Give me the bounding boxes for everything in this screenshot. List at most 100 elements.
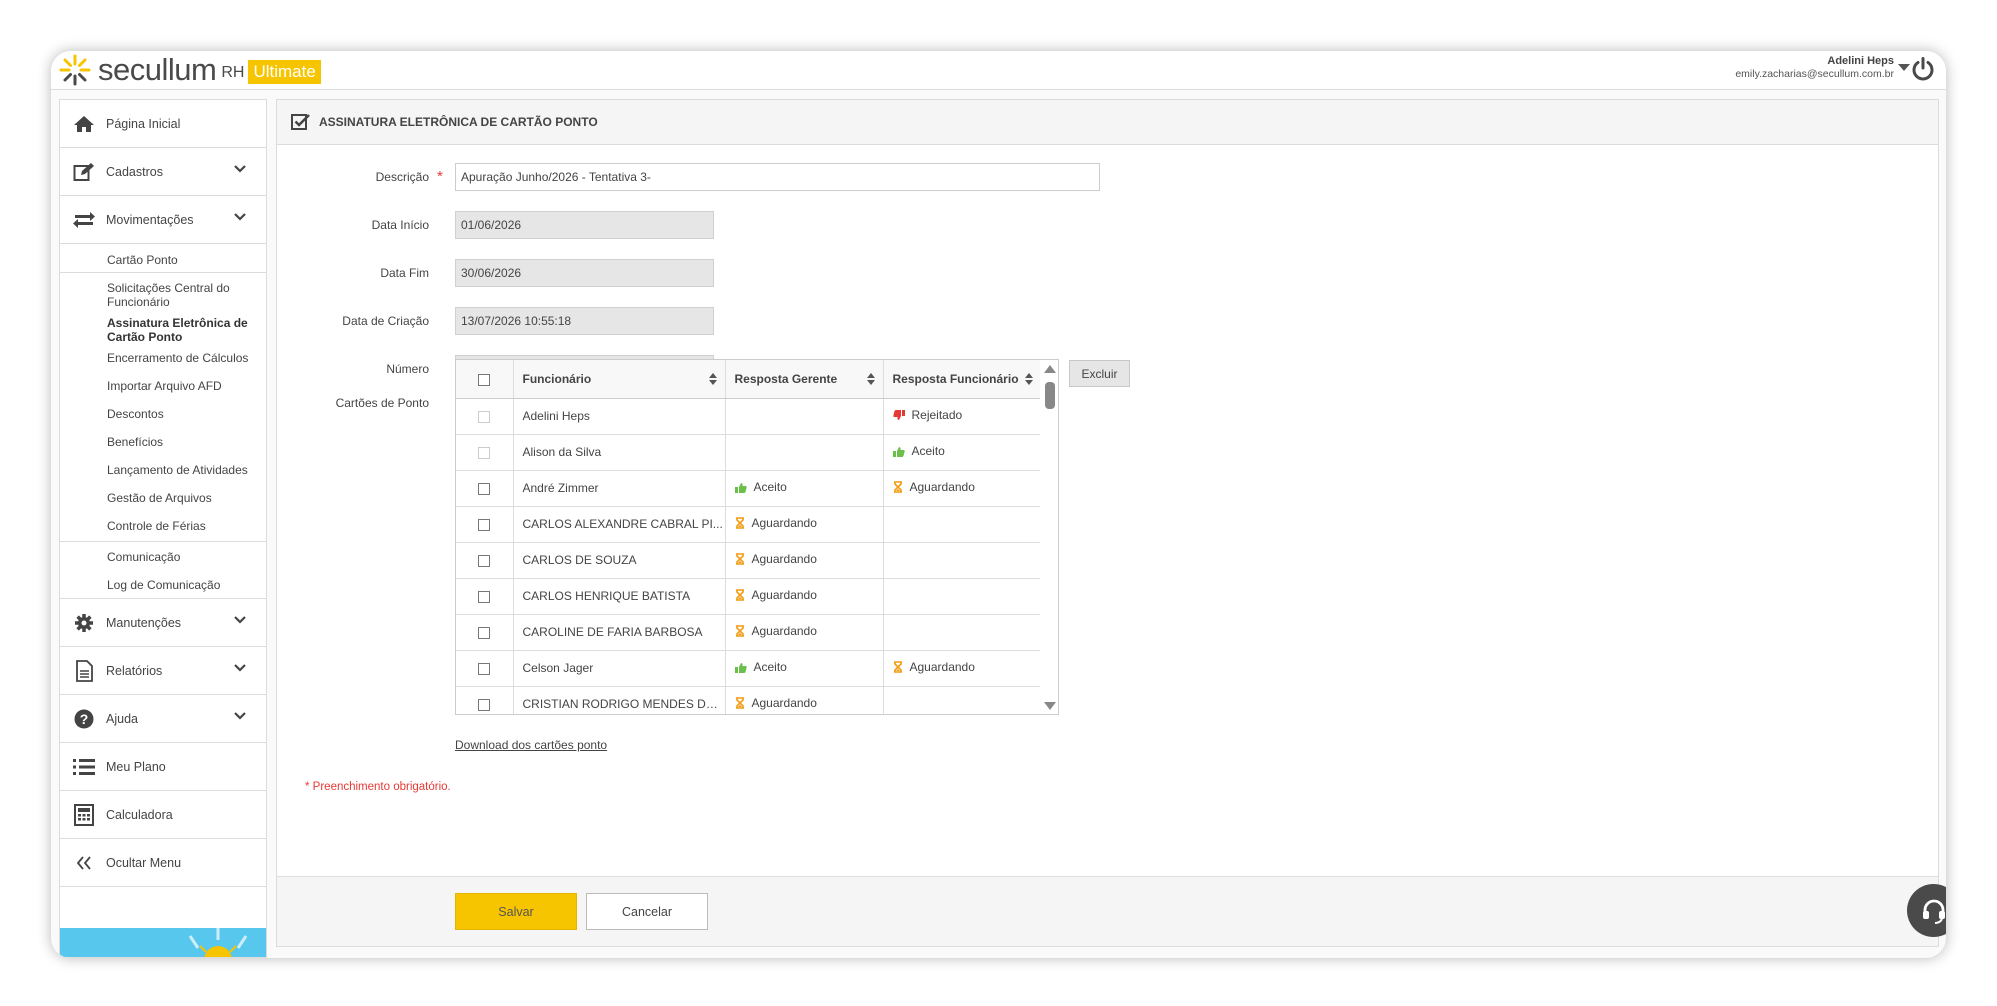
table-scrollbar[interactable]: [1040, 360, 1058, 714]
submenu-item-importar-afd[interactable]: Importar Arquivo AFD: [60, 379, 266, 407]
thumbs-up-icon: [892, 446, 905, 457]
resposta-funcionario-cell: Aguardando: [883, 650, 1042, 687]
gear-icon: [72, 611, 96, 635]
calculator-icon: [72, 803, 96, 827]
row-select-cell: [456, 398, 514, 435]
submenu-item-controle-ferias[interactable]: Controle de Férias: [60, 519, 266, 541]
row-select-cell: [456, 542, 514, 579]
status-badge: Aceito: [734, 660, 787, 674]
funcionario-cell: Adelini Heps: [513, 398, 726, 435]
submenu-item-lancamento-atividades[interactable]: Lançamento de Atividades: [60, 463, 266, 491]
submenu-item-cartao-ponto[interactable]: Cartão Ponto: [60, 244, 266, 272]
table-row[interactable]: CARLOS HENRIQUE BATISTA Aguardando: [456, 578, 1042, 615]
promo-banner[interactable]: [60, 928, 266, 957]
table-row[interactable]: Adelini Heps Rejeitado: [456, 398, 1042, 435]
table-row[interactable]: Alison da Silva Aceito: [456, 434, 1042, 471]
row-checkbox[interactable]: [478, 518, 491, 531]
row-checkbox[interactable]: [478, 554, 491, 567]
sidebar-item-movimentacoes[interactable]: Movimentações: [60, 196, 266, 244]
svg-text:?: ?: [80, 711, 89, 727]
data-criacao-field: 13/07/2026 10:55:18: [455, 307, 714, 335]
scroll-thumb[interactable]: [1045, 382, 1055, 409]
resposta-gerente-cell: Aguardando: [725, 506, 884, 543]
table-row[interactable]: CAROLINE DE FARIA BARBOSA Aguardando: [456, 614, 1042, 651]
hourglass-icon: [735, 589, 744, 601]
chevron-down-icon: [234, 616, 246, 624]
secullum-logo[interactable]: secullum RH Ultimate: [58, 53, 321, 87]
resposta-funcionario-cell: [883, 614, 1042, 651]
status-badge: Aguardando: [735, 696, 817, 710]
select-all-checkbox[interactable]: [478, 373, 491, 386]
thumbs-up-icon: [734, 662, 747, 673]
submenu-item-encerramento-calculos[interactable]: Encerramento de Cálculos: [60, 351, 266, 379]
table-row[interactable]: Celson Jager Aceito Aguardando: [456, 650, 1042, 687]
thumbs-up-icon: [734, 482, 747, 493]
submenu-item-solicitacoes[interactable]: Solicitações Central do Funcionário: [60, 273, 266, 316]
hourglass-icon: [893, 481, 902, 493]
scroll-up-icon[interactable]: [1044, 365, 1056, 373]
status-label: Aceito: [911, 444, 945, 459]
cartoes-row: Cartões de Ponto: [277, 389, 429, 417]
sidebar-item-pagina-inicial[interactable]: Página Inicial: [60, 100, 266, 148]
hourglass-icon: [735, 697, 744, 709]
row-checkbox[interactable]: [478, 482, 491, 495]
numero-row: Número 23: [277, 355, 714, 383]
submenu-item-gestao-arquivos[interactable]: Gestão de Arquivos: [60, 491, 266, 519]
status-badge: Aguardando: [735, 516, 817, 530]
descricao-row: Descrição * Apuração Junho/2026 - Tentat…: [277, 163, 1100, 191]
resposta-funcionario-cell: Aceito: [883, 434, 1042, 471]
column-header-funcionario[interactable]: Funcionário: [513, 360, 726, 399]
row-checkbox[interactable]: [478, 626, 491, 639]
sidebar-item-calculadora[interactable]: Calculadora: [60, 791, 266, 839]
resposta-gerente-cell: Aguardando: [725, 578, 884, 615]
checkbox-checked-icon: [291, 114, 310, 130]
column-header-resposta-funcionario[interactable]: Resposta Funcionário: [883, 360, 1042, 399]
sidebar-item-meu-plano[interactable]: Meu Plano: [60, 743, 266, 791]
resposta-gerente-cell: [725, 434, 884, 471]
table-row[interactable]: CARLOS DE SOUZA Aguardando: [456, 542, 1042, 579]
row-checkbox[interactable]: [478, 698, 491, 711]
data-inicio-field: 01/06/2026: [455, 211, 714, 239]
sidebar-item-ocultar-menu[interactable]: Ocultar Menu: [60, 839, 266, 887]
row-select-cell: [456, 506, 514, 543]
submenu-item-log-comunicacao[interactable]: Log de Comunicação: [60, 578, 266, 598]
cancel-button[interactable]: Cancelar: [586, 893, 708, 930]
sidebar-item-cadastros[interactable]: Cadastros: [60, 148, 266, 196]
save-button[interactable]: Salvar: [455, 893, 577, 930]
descricao-input[interactable]: Apuração Junho/2026 - Tentativa 3-: [455, 163, 1100, 191]
status-label: Aguardando: [909, 660, 975, 674]
column-header-resposta-gerente[interactable]: Resposta Gerente: [725, 360, 884, 399]
user-menu-caret-icon[interactable]: [1898, 64, 1910, 71]
sidebar-item-ajuda[interactable]: ? Ajuda: [60, 695, 266, 743]
table-row[interactable]: André Zimmer Aceito Aguardando: [456, 470, 1042, 507]
table-row[interactable]: CARLOS ALEXANDRE CABRAL PI... Aguardando: [456, 506, 1042, 543]
excluir-button[interactable]: Excluir: [1069, 360, 1130, 387]
double-chevron-left-icon: [72, 851, 96, 875]
data-fim-row: Data Fim 30/06/2026: [277, 259, 714, 287]
funcionario-cell: CRISTIAN RODRIGO MENDES DA ...: [513, 686, 726, 714]
secullum-burst-icon: [59, 54, 91, 86]
table-header-row: Funcionário Resposta Gerente Resposta Fu…: [456, 360, 1042, 399]
row-checkbox[interactable]: [478, 662, 491, 675]
hourglass-icon: [893, 661, 902, 673]
chevron-down-icon: [234, 664, 246, 672]
top-header: secullum RH Ultimate Adelini Heps emily.…: [51, 51, 1946, 90]
power-icon[interactable]: [1910, 56, 1936, 82]
table-row[interactable]: CRISTIAN RODRIGO MENDES DA ... Aguardando: [456, 686, 1042, 714]
cartoes-label: Cartões de Ponto: [335, 396, 429, 410]
download-cartoes-link[interactable]: Download dos cartões ponto: [455, 738, 607, 752]
status-label: Aguardando: [751, 516, 817, 530]
submenu-item-beneficios[interactable]: Benefícios: [60, 435, 266, 463]
sidebar-item-relatorios[interactable]: Relatórios: [60, 647, 266, 695]
status-badge: Aguardando: [893, 660, 975, 674]
row-checkbox[interactable]: [478, 590, 491, 603]
submenu-item-comunicacao[interactable]: Comunicação: [60, 542, 266, 578]
submenu-item-assinatura-eletronica[interactable]: Assinatura Eletrônica de Cartão Ponto: [60, 316, 266, 351]
user-info[interactable]: Adelini Heps emily.zacharias@secullum.co…: [1735, 55, 1894, 81]
status-label: Rejeitado: [911, 408, 963, 423]
scroll-down-icon[interactable]: [1044, 702, 1056, 710]
user-name: Adelini Heps: [1827, 55, 1894, 67]
sidebar-item-label: Manutenções: [106, 615, 182, 630]
submenu-item-descontos[interactable]: Descontos: [60, 407, 266, 435]
sidebar-item-manutencoes[interactable]: Manutenções: [60, 599, 266, 647]
